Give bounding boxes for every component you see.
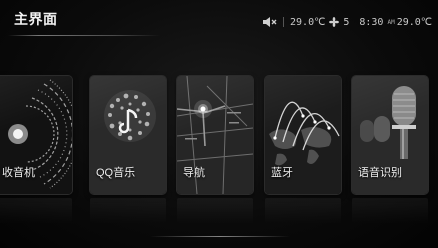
status-divider <box>283 17 285 27</box>
card-reflection <box>90 198 166 224</box>
fan-level: 5 <box>343 16 350 28</box>
clock-ampm: AM <box>387 18 395 26</box>
app-card-label: 语音识别 <box>358 167 402 179</box>
app-card-bluetooth[interactable]: 蓝牙 <box>265 76 341 194</box>
status-bar: 29.0℃ 5 8:30 AM 29.0℃ <box>263 14 432 30</box>
app-card-navigation[interactable]: 导航 <box>177 76 253 194</box>
app-card-qq-music[interactable]: QQ音乐 <box>90 76 166 194</box>
app-card-label: 蓝牙 <box>271 167 293 179</box>
app-carousel: 收音机 QQ音乐 导航 蓝牙 语音识别 <box>0 76 438 196</box>
clock-time: 8:30 <box>359 16 384 28</box>
temperature-right: 29.0℃ <box>396 16 432 28</box>
mute-icon[interactable] <box>263 17 277 27</box>
fan-icon <box>329 17 340 27</box>
title-divider <box>8 35 160 36</box>
card-reflection <box>177 198 253 224</box>
card-reflection <box>352 198 428 224</box>
app-card-label: 收音机 <box>2 167 35 179</box>
card-reflection <box>0 198 72 224</box>
page-title: 主界面 <box>14 11 58 27</box>
app-card-label: 导航 <box>183 167 205 179</box>
card-reflection <box>265 198 341 224</box>
app-card-label: QQ音乐 <box>96 167 136 179</box>
page-indicator <box>150 236 290 237</box>
temperature-left: 29.0℃ <box>290 16 326 28</box>
app-card-voice-recognition[interactable]: 语音识别 <box>352 76 428 194</box>
app-card-radio[interactable]: 收音机 <box>0 76 72 194</box>
